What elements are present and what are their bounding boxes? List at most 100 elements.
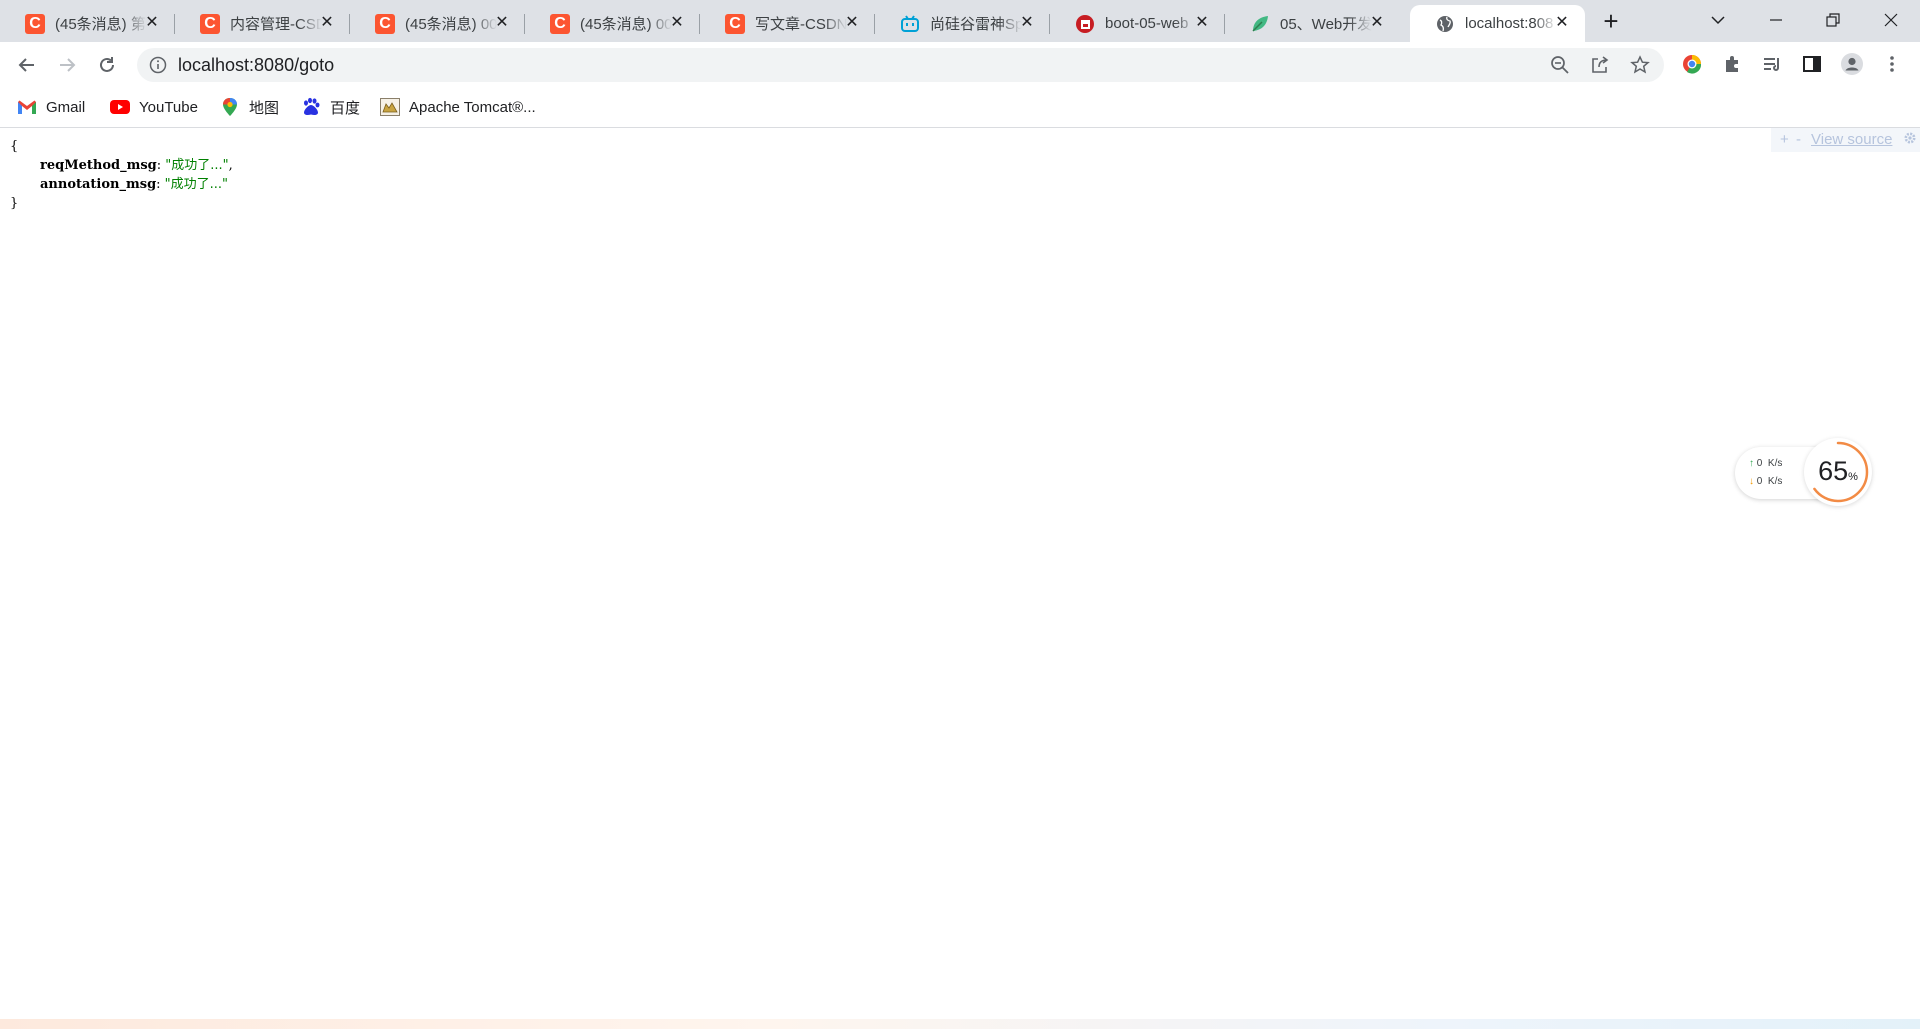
maps-icon (220, 97, 240, 117)
bookmark-maps[interactable]: 地图 (220, 96, 279, 118)
youtube-icon (110, 97, 130, 117)
restore-button[interactable] (1813, 6, 1853, 34)
side-panel-icon[interactable] (1801, 53, 1823, 75)
tab-bilibili[interactable]: 尚硅谷雷神Sp ✕ (875, 5, 1050, 42)
tab-search-icon[interactable] (1698, 6, 1738, 34)
browser-toolbar: localhost:8080/goto (0, 42, 1920, 87)
tab-title: 05、Web开发 (1280, 16, 1372, 33)
expand-all-button[interactable]: + (1780, 131, 1789, 148)
csdn-icon: C (25, 13, 45, 34)
tab-csdn-3[interactable]: C (45条消息) 00 ✕ (350, 5, 525, 42)
download-unit: K/s (1767, 476, 1783, 487)
json-string-value: "成功了..." (164, 177, 229, 192)
tab-title: (45条消息) 00 (405, 16, 497, 33)
close-icon[interactable]: ✕ (493, 14, 511, 32)
share-icon[interactable] (1590, 55, 1610, 75)
tab-title: localhost:808 (1465, 15, 1554, 32)
csdn-icon: C (550, 13, 570, 34)
site-info-icon[interactable] (149, 56, 167, 79)
bookmark-youtube[interactable]: YouTube (110, 96, 198, 118)
close-icon[interactable]: ✕ (1553, 14, 1571, 32)
gear-icon[interactable] (1903, 131, 1917, 149)
back-button[interactable] (13, 51, 41, 79)
bookmark-tomcat[interactable]: Apache Tomcat®... (380, 96, 536, 118)
tab-web-dev[interactable]: 05、Web开发 ✕ (1225, 5, 1400, 42)
tab-csdn-4[interactable]: C (45条消息) 00 ✕ (525, 5, 700, 42)
download-speed: ↓ 0 K/s (1749, 476, 1782, 487)
close-icon[interactable]: ✕ (318, 14, 336, 32)
close-icon[interactable]: ✕ (143, 14, 161, 32)
csdn-icon: C (725, 13, 745, 34)
bookmark-label: Apache Tomcat®... (409, 98, 536, 116)
upload-value: 0 (1756, 458, 1763, 469)
download-arrow-icon: ↓ (1749, 476, 1754, 487)
tab-title: 尚硅谷雷神Sp (930, 16, 1022, 33)
reload-button[interactable] (93, 51, 121, 79)
tab-title: 写文章-CSDN (755, 16, 847, 33)
zoom-icon[interactable] (1550, 55, 1570, 75)
json-viewer-toolbar: + - View source (1771, 128, 1920, 152)
close-icon[interactable]: ✕ (668, 14, 686, 32)
json-close-brace: } (10, 196, 19, 211)
json-key: annotation_msg (40, 177, 157, 192)
upload-arrow-icon: ↑ (1749, 458, 1754, 469)
download-value: 0 (1756, 476, 1763, 487)
close-icon[interactable]: ✕ (1368, 14, 1386, 32)
leaf-icon (1250, 14, 1270, 34)
view-source-link[interactable]: View source (1811, 131, 1892, 148)
tab-title: 内容管理-CSD (230, 16, 322, 33)
gitee-icon (1075, 14, 1095, 34)
tab-title: (45条消息) 00 (580, 16, 672, 33)
bookmark-label: Gmail (46, 98, 86, 116)
tab-csdn-2[interactable]: C 内容管理-CSD ✕ (175, 5, 350, 42)
gmail-icon (17, 97, 37, 117)
upload-speed: ↑ 0 K/s (1749, 458, 1782, 469)
json-key: reqMethod_msg (40, 158, 157, 173)
csdn-icon: C (200, 13, 220, 34)
tab-gitee[interactable]: boot-05-web ✕ (1050, 5, 1225, 42)
tab-localhost-active[interactable]: localhost:808 ✕ (1410, 5, 1585, 42)
tab-csdn-write[interactable]: C 写文章-CSDN ✕ (700, 5, 875, 42)
collapse-all-button[interactable]: - (1796, 131, 1801, 148)
new-tab-button[interactable]: + (1598, 8, 1624, 34)
bookmark-label: 百度 (330, 99, 361, 117)
url-text[interactable]: localhost:8080/goto (178, 55, 334, 76)
tab-strip: C (45条消息) 第 ✕ C 内容管理-CSD ✕ C (45条消息) 00 … (0, 0, 1920, 42)
extensions-puzzle-icon[interactable] (1721, 53, 1743, 75)
tab-title: boot-05-web (1105, 15, 1189, 32)
memory-usage-gauge[interactable]: 65% (1804, 438, 1872, 506)
profile-avatar[interactable] (1841, 53, 1863, 75)
close-icon[interactable]: ✕ (1193, 14, 1211, 32)
csdn-icon: C (375, 13, 395, 34)
chrome-extension-icon[interactable] (1681, 53, 1703, 75)
forward-button[interactable] (53, 51, 81, 79)
taskbar-edge (0, 1019, 1920, 1029)
json-viewer: { reqMethod_msg: "成功了...", annotation_ms… (10, 137, 233, 213)
reading-list-icon[interactable] (1761, 53, 1783, 75)
json-colon: : (156, 158, 166, 173)
minimize-button[interactable] (1756, 6, 1796, 34)
json-comma: , (228, 158, 233, 173)
close-icon[interactable]: ✕ (843, 14, 861, 32)
gauge-percent: 65% (1804, 456, 1872, 487)
bookmark-gmail[interactable]: Gmail (17, 96, 85, 118)
tab-csdn-1[interactable]: C (45条消息) 第 ✕ (0, 5, 175, 42)
globe-icon (1435, 14, 1455, 34)
bilibili-icon (900, 14, 920, 34)
bookmark-baidu[interactable]: 百度 (301, 96, 360, 118)
gauge-value: 65 (1818, 456, 1849, 486)
close-window-button[interactable] (1871, 6, 1911, 34)
json-colon: : (156, 177, 165, 192)
tomcat-icon (380, 97, 400, 117)
baidu-icon (301, 97, 321, 117)
json-entry: reqMethod_msg: "成功了...", (10, 156, 233, 175)
address-bar[interactable]: localhost:8080/goto (137, 48, 1664, 82)
bookmark-star-icon[interactable] (1630, 55, 1650, 75)
bookmark-label: 地图 (249, 99, 280, 117)
close-icon[interactable]: ✕ (1018, 14, 1036, 32)
gauge-unit: % (1848, 471, 1858, 483)
tab-title: (45条消息) 第 (55, 16, 146, 33)
json-open-brace: { (10, 139, 19, 154)
menu-kebab-icon[interactable] (1881, 53, 1903, 75)
json-entry: annotation_msg: "成功了..." (10, 175, 233, 194)
